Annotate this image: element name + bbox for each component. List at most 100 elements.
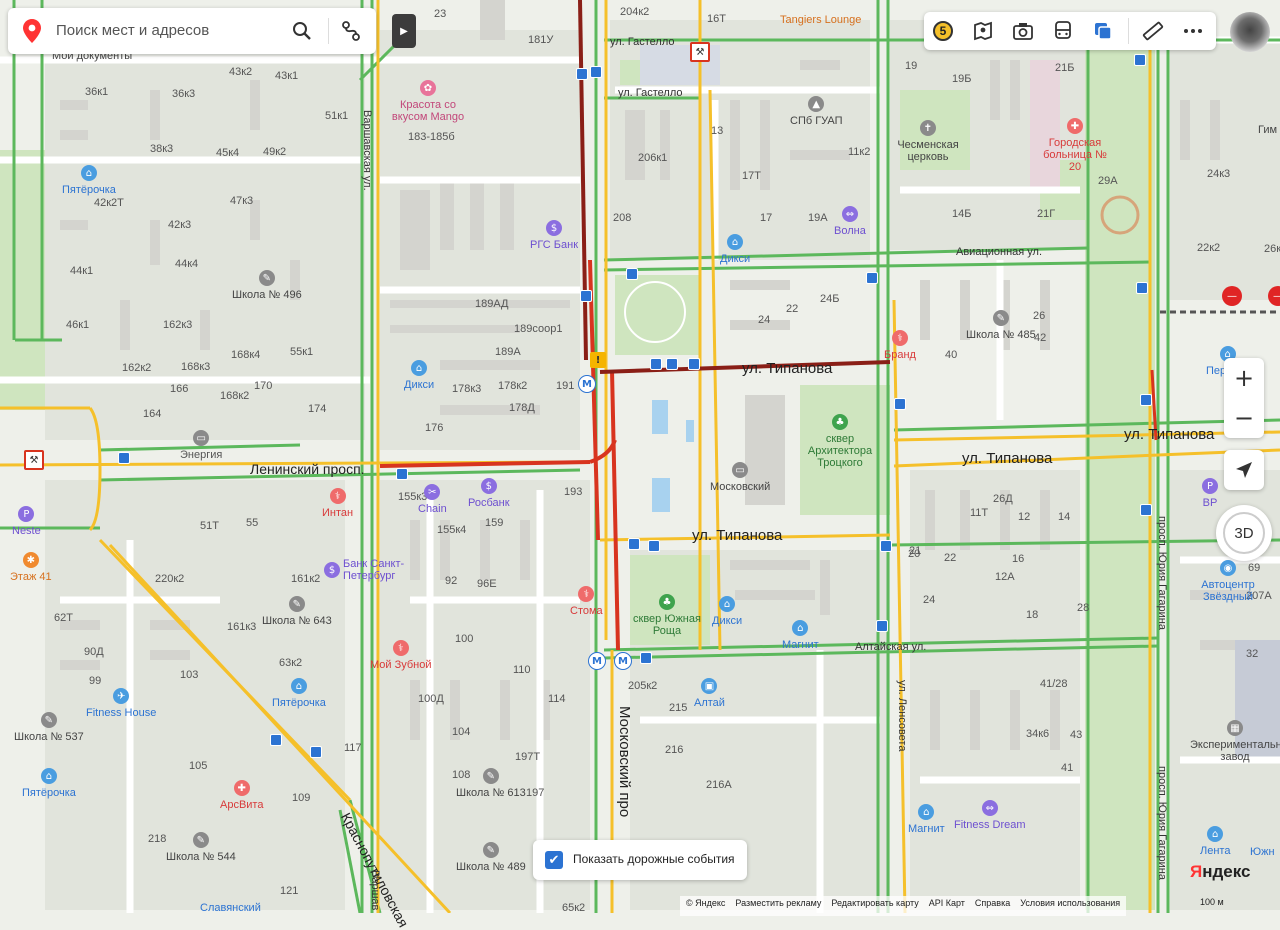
poi-krasota-mango[interactable]: ✿ Красота со вкусом Mango xyxy=(388,80,468,123)
poi-etazh-41[interactable]: ✱ Этаж 41 xyxy=(10,552,52,583)
poi-pyaterochka-2[interactable]: ⌂ Пятёрочка xyxy=(272,678,326,709)
traffic-layer-button[interactable]: 5 xyxy=(928,16,958,46)
poi-autocenter[interactable]: ◉ Автоцентр Звёздный xyxy=(1196,560,1260,603)
poi-pyaterochka-3[interactable]: ⌂ Пятёрочка xyxy=(22,768,76,799)
poi-exp-zavod[interactable]: ▦ Экспериментальный завод xyxy=(1190,720,1280,763)
poi-pyaterochka-1[interactable]: ⌂ Пятёрочка xyxy=(62,165,116,196)
bus-stop-icon[interactable] xyxy=(866,272,878,284)
bus-stop-icon[interactable] xyxy=(876,620,888,632)
search-panel[interactable]: Поиск мест и адресов xyxy=(8,8,376,54)
more-icon[interactable] xyxy=(1178,16,1208,46)
help-link[interactable]: Справка xyxy=(975,898,1010,914)
poi-rosbank[interactable]: $ Росбанк xyxy=(468,478,510,509)
zoom-in-button[interactable]: + xyxy=(1224,358,1264,398)
ads-link[interactable]: Разместить рекламу xyxy=(735,898,821,914)
road-events-checkbox[interactable]: ✔ xyxy=(545,851,563,869)
poi-moskovsky-tc[interactable]: ▭ Московский xyxy=(710,462,770,493)
bus-stop-icon[interactable] xyxy=(576,68,588,80)
poi-yuzhn[interactable]: Южн xyxy=(1250,846,1275,858)
poi-arsvita[interactable]: ✚ АрсВита xyxy=(220,780,263,811)
poi-intan[interactable]: ⚕ Интан xyxy=(322,488,353,519)
locate-me-button[interactable] xyxy=(1224,450,1264,490)
poi-altai[interactable]: ▣ Алтай xyxy=(694,678,725,709)
poi-school-643[interactable]: ✎ Школа № 643 xyxy=(262,596,332,627)
poi-school-544[interactable]: ✎ Школа № 544 xyxy=(166,832,236,863)
metro-icon[interactable]: M xyxy=(588,652,606,670)
bus-stop-icon[interactable] xyxy=(894,398,906,410)
poi-school-537[interactable]: ✎ Школа № 537 xyxy=(14,712,84,743)
poi-brand[interactable]: ⚕ Бранд xyxy=(884,330,916,361)
bus-stop-icon[interactable] xyxy=(118,452,130,464)
poi-skver-trotsky[interactable]: ♣ сквер Архитектора Троцкого xyxy=(800,414,880,469)
user-avatar[interactable] xyxy=(1230,12,1270,52)
poi-school-489[interactable]: ✎ Школа № 489 xyxy=(456,842,526,873)
camera-icon[interactable] xyxy=(1008,16,1038,46)
bus-stop-icon[interactable] xyxy=(1140,504,1152,516)
bus-stop-icon[interactable] xyxy=(1140,394,1152,406)
yandex-logo[interactable]: Яндекс xyxy=(1190,862,1250,882)
poi-magnit-1[interactable]: ⌂ Магнит xyxy=(782,620,819,651)
road-works-icon[interactable]: ⚒ xyxy=(690,42,710,62)
poi-moi-zubnoi[interactable]: ⚕ Мой Зубной xyxy=(370,640,432,671)
road-works-icon[interactable]: ⚒ xyxy=(24,450,44,470)
road-closed-icon[interactable]: — xyxy=(1268,286,1280,306)
poi-gim[interactable]: Гим xyxy=(1258,124,1277,136)
bus-stop-icon[interactable] xyxy=(688,358,700,370)
poi-hospital-20[interactable]: ✚ Городская больница № 20 xyxy=(1040,118,1110,173)
road-closed-icon[interactable]: — xyxy=(1222,286,1242,306)
bus-stop-icon[interactable] xyxy=(628,538,640,550)
bus-stop-icon[interactable] xyxy=(580,290,592,302)
panorama-icon[interactable] xyxy=(968,16,998,46)
terms-link[interactable]: Условия использования xyxy=(1020,898,1120,914)
bus-stop-icon[interactable] xyxy=(650,358,662,370)
poi-slavyansky[interactable]: Славянский xyxy=(200,902,261,914)
api-link[interactable]: API Карт xyxy=(929,898,965,914)
bus-stop-icon[interactable] xyxy=(590,66,602,78)
poi-fitness-dream[interactable]: ⇔ Fitness Dream xyxy=(954,800,1026,831)
bus-stop-icon[interactable] xyxy=(626,268,638,280)
search-icon[interactable] xyxy=(288,17,316,45)
bus-stop-icon[interactable] xyxy=(666,358,678,370)
metro-icon[interactable]: M xyxy=(614,652,632,670)
poi-school-485[interactable]: ✎ Школа № 485 xyxy=(966,310,1036,341)
bus-stop-icon[interactable] xyxy=(1134,54,1146,66)
metro-icon[interactable]: M xyxy=(578,375,596,393)
3d-mode-button[interactable]: 3D xyxy=(1216,505,1272,561)
poi-chain[interactable]: ✂ Chain xyxy=(418,484,447,515)
poi-rgs-bank[interactable]: $ РГС Банк xyxy=(530,220,578,251)
accident-warning-icon[interactable]: ! xyxy=(590,352,606,368)
bus-stop-icon[interactable] xyxy=(1136,282,1148,294)
poi-tangiers[interactable]: Tangiers Lounge xyxy=(780,14,861,26)
ruler-icon[interactable] xyxy=(1138,16,1168,46)
poi-skver-roshcha[interactable]: ♣ сквер Южная Роща xyxy=(630,594,704,637)
poi-bp[interactable]: P BP xyxy=(1202,478,1218,509)
bus-stop-icon[interactable] xyxy=(648,540,660,552)
poi-magnit-2[interactable]: ⌂ Магнит xyxy=(908,804,945,835)
poi-dixy-3[interactable]: ⌂ Дикси xyxy=(720,234,750,265)
bus-stop-icon[interactable] xyxy=(310,746,322,758)
edit-map-link[interactable]: Редактировать карту xyxy=(831,898,918,914)
poi-school-496[interactable]: ✎ Школа № 496 xyxy=(232,270,302,301)
layers-icon[interactable] xyxy=(1088,16,1118,46)
bus-stop-icon[interactable] xyxy=(396,468,408,480)
poi-spb-guap[interactable]: ▲ СПб ГУАП xyxy=(790,96,843,127)
zoom-out-button[interactable]: − xyxy=(1224,398,1264,438)
poi-volna[interactable]: ⇔ Волна xyxy=(834,206,866,237)
poi-fitness-house[interactable]: ✈ Fitness House xyxy=(86,688,156,719)
poi-energia[interactable]: ▭ Энергия xyxy=(180,430,222,461)
poi-bank-spb[interactable]: $ Банк Санкт-Петербург xyxy=(324,558,409,582)
bus-stop-icon[interactable] xyxy=(880,540,892,552)
poi-school-613[interactable]: ✎ Школа № 613 xyxy=(456,768,526,799)
bus-icon[interactable] xyxy=(1048,16,1078,46)
road-events-toggle[interactable]: ✔ Показать дорожные события xyxy=(533,840,747,880)
bus-stop-icon[interactable] xyxy=(640,652,652,664)
search-input[interactable]: Поиск мест и адресов xyxy=(56,22,209,39)
poi-stoma[interactable]: ⚕ Стома xyxy=(570,586,603,617)
poi-chesme-church[interactable]: ✝ Чесменская церковь xyxy=(890,120,966,163)
poi-dixy-1[interactable]: ⌂ Дикси xyxy=(404,360,434,391)
collapse-panel-button[interactable]: ▶ xyxy=(392,14,416,48)
bus-stop-icon[interactable] xyxy=(270,734,282,746)
route-icon[interactable] xyxy=(336,17,366,45)
poi-neste[interactable]: P Neste xyxy=(12,506,41,537)
poi-dixy-2[interactable]: ⌂ Дикси xyxy=(712,596,742,627)
